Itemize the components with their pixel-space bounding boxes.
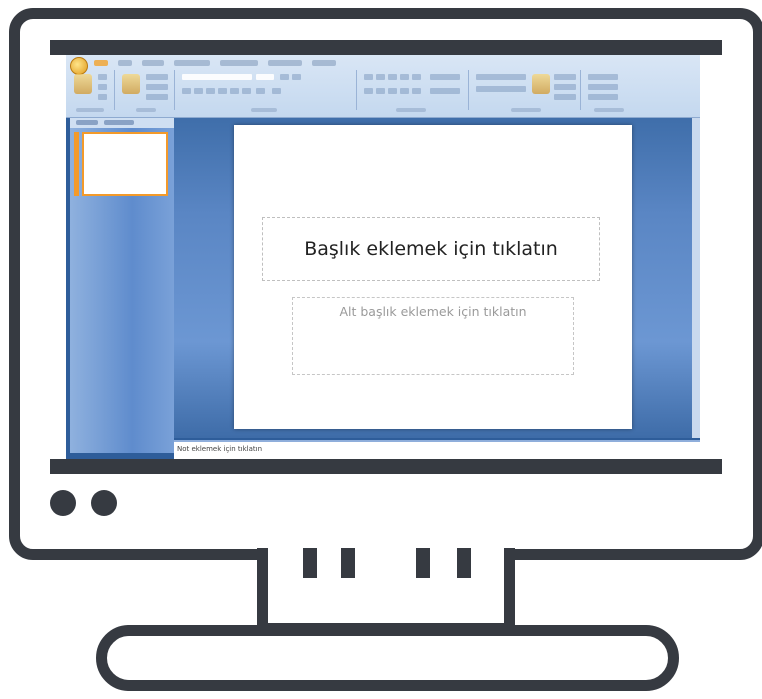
stand-vent — [341, 548, 355, 578]
font-name-select[interactable] — [182, 74, 252, 80]
format-painter-icon[interactable] — [98, 94, 107, 100]
app-window: Başlık eklemek için tıklatın Alt başlık … — [66, 55, 700, 459]
increase-indent-icon[interactable] — [400, 74, 409, 80]
numbering-icon[interactable] — [376, 74, 385, 80]
group-label — [511, 108, 541, 112]
screen-bottom-bar — [50, 459, 722, 474]
replace-button[interactable] — [588, 84, 618, 90]
tab-review[interactable] — [268, 60, 302, 66]
power-indicator-dot — [91, 490, 117, 516]
font-color-icon[interactable] — [272, 88, 281, 94]
ribbon-group-editing — [582, 70, 642, 110]
group-label — [76, 108, 104, 112]
grow-font-icon[interactable] — [280, 74, 289, 80]
layout-button[interactable] — [146, 74, 168, 80]
tab-view[interactable] — [312, 60, 336, 66]
shape-outline-button[interactable] — [554, 84, 576, 90]
title-placeholder[interactable]: Başlık eklemek için tıklatın — [262, 217, 600, 281]
tab-home[interactable] — [94, 60, 108, 66]
ribbon — [66, 55, 700, 118]
tab-slide-show[interactable] — [220, 60, 258, 66]
ribbon-group-slides — [116, 70, 175, 110]
paste-icon[interactable] — [74, 74, 92, 94]
monitor-stand-base — [96, 625, 679, 691]
change-case-icon[interactable] — [256, 88, 265, 94]
copy-icon[interactable] — [98, 84, 107, 90]
bold-icon[interactable] — [182, 88, 191, 94]
group-label — [594, 108, 624, 112]
group-label — [251, 108, 277, 112]
vertical-scrollbar[interactable] — [692, 118, 700, 438]
align-right-icon[interactable] — [388, 88, 397, 94]
font-size-select[interactable] — [256, 74, 274, 80]
align-left-icon[interactable] — [364, 88, 373, 94]
select-button[interactable] — [588, 94, 618, 100]
screen-top-bar — [50, 40, 722, 55]
shape-fill-button[interactable] — [554, 74, 576, 80]
subtitle-placeholder[interactable]: Alt başlık eklemek için tıklatın — [292, 297, 574, 375]
stand-vent — [416, 548, 430, 578]
ribbon-group-drawing — [470, 70, 581, 110]
align-center-icon[interactable] — [376, 88, 385, 94]
tab-outline[interactable] — [104, 120, 134, 125]
power-indicator-dot — [50, 490, 76, 516]
italic-icon[interactable] — [194, 88, 203, 94]
cut-icon[interactable] — [98, 74, 107, 80]
shapes-gallery[interactable] — [476, 86, 526, 92]
tab-design[interactable] — [142, 60, 164, 66]
stand-vent — [457, 548, 471, 578]
new-slide-icon[interactable] — [122, 74, 140, 94]
tab-insert[interactable] — [118, 60, 132, 66]
text-direction-button[interactable] — [430, 74, 460, 80]
notes-placeholder: Not eklemek için tıklatın — [177, 445, 263, 453]
slide-canvas: Başlık eklemek için tıklatın Alt başlık … — [234, 125, 632, 429]
group-label — [136, 108, 156, 112]
underline-icon[interactable] — [206, 88, 215, 94]
monitor-stand-neck — [257, 548, 515, 634]
shapes-gallery[interactable] — [476, 74, 526, 80]
decrease-indent-icon[interactable] — [388, 74, 397, 80]
ribbon-group-font — [176, 70, 357, 110]
slides-pane — [70, 118, 174, 453]
pane-tabs — [70, 118, 174, 128]
columns-icon[interactable] — [412, 88, 421, 94]
bullets-icon[interactable] — [364, 74, 373, 80]
shape-effects-button[interactable] — [554, 94, 576, 100]
shrink-font-icon[interactable] — [292, 74, 301, 80]
group-label — [396, 108, 426, 112]
reset-button[interactable] — [146, 84, 168, 90]
ribbon-group-clipboard — [68, 70, 115, 110]
shadow-icon[interactable] — [230, 88, 239, 94]
stand-vent — [303, 548, 317, 578]
spacing-icon[interactable] — [242, 88, 251, 94]
arrange-icon[interactable] — [532, 74, 550, 94]
tab-animations[interactable] — [174, 60, 210, 66]
find-button[interactable] — [588, 74, 618, 80]
notes-pane[interactable]: Not eklemek için tıklatın — [174, 440, 700, 459]
delete-button[interactable] — [146, 94, 168, 100]
align-text-button[interactable] — [430, 88, 460, 94]
ribbon-group-paragraph — [358, 70, 469, 110]
tab-slides[interactable] — [76, 120, 98, 125]
selected-slide-marker — [74, 132, 79, 196]
slide-thumbnail[interactable] — [82, 132, 168, 196]
strikethrough-icon[interactable] — [218, 88, 227, 94]
line-spacing-icon[interactable] — [412, 74, 421, 80]
justify-icon[interactable] — [400, 88, 409, 94]
